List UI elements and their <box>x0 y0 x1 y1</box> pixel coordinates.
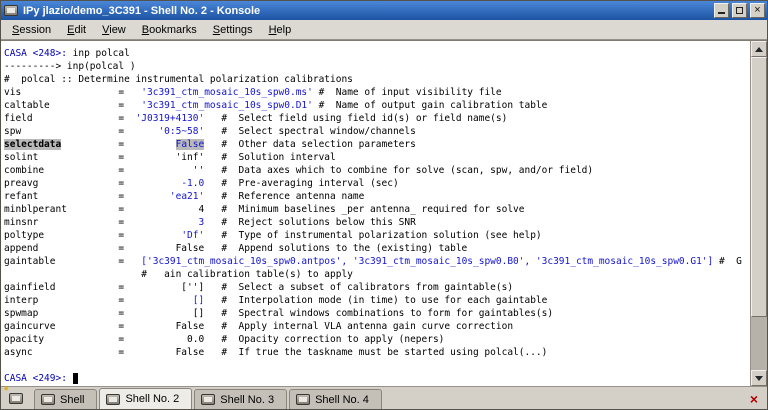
menu-settings[interactable]: Settings <box>206 22 260 38</box>
terminal-line: # ain calibration table(s) to apply <box>4 269 353 280</box>
tab-label: Shell No. 2 <box>125 393 180 405</box>
titlebar: IPy jlazio/demo_3C391 - Shell No. 2 - Ko… <box>1 1 767 20</box>
scrollbar-thumb[interactable] <box>751 57 767 317</box>
terminal-line: ---------> inp(polcal ) <box>4 61 136 72</box>
konsole-window: IPy jlazio/demo_3C391 - Shell No. 2 - Ko… <box>0 0 768 410</box>
terminal-line: interp = [] # Interpolation mode (in tim… <box>4 295 548 306</box>
terminal-line: CASA <249>: <box>4 372 750 385</box>
window-title: IPy jlazio/demo_3C391 - Shell No. 2 - Ko… <box>23 4 261 17</box>
tab-shell-no-4[interactable]: Shell No. 4 <box>289 389 382 409</box>
tab-label: Shell <box>60 393 85 406</box>
konsole-window-icon[interactable] <box>4 5 18 16</box>
tab-list: Shell Shell No. 2 Shell No. 3 Shell No. 4 <box>34 388 382 409</box>
maximize-button[interactable] <box>732 3 747 18</box>
terminal-line: caltable = '3c391_ctm_mosaic_10s_spw0.D1… <box>4 100 548 111</box>
terminal-line: # polcal :: Determine instrumental polar… <box>4 74 353 85</box>
menu-edit[interactable]: Edit <box>60 22 93 38</box>
tab-label: Shell No. 4 <box>315 393 369 406</box>
new-session-star-icon: * <box>4 385 9 397</box>
terminal-line: selectdata = False # Other data selectio… <box>4 139 416 150</box>
menubar: Session Edit View Bookmarks Settings Help <box>1 20 767 40</box>
minimize-icon <box>718 12 725 14</box>
terminal-icon <box>296 394 311 405</box>
close-session-button[interactable]: × <box>744 389 764 408</box>
terminal-line: spwmap = [] # Spectral windows combinati… <box>4 308 554 319</box>
terminal-line: vis = '3c391_ctm_mosaic_10s_spw0.ms' # N… <box>4 87 502 98</box>
terminal-line: CASA <248>: inp polcal <box>4 48 130 59</box>
tab-shell-no-2[interactable]: Shell No. 2 <box>99 388 193 409</box>
terminal-output[interactable]: CASA <248>: inp polcal ---------> inp(pol… <box>1 41 750 386</box>
maximize-icon <box>736 7 743 14</box>
terminal-line: async = False # If true the taskname mus… <box>4 347 548 358</box>
terminal-line: solint = 'inf' # Solution interval <box>4 152 336 163</box>
terminal-line: spw = '0:5~58' # Select spectral window/… <box>4 126 416 137</box>
terminal-line: field = 'J0319+4130' # Select field usin… <box>4 113 508 124</box>
menu-bookmarks[interactable]: Bookmarks <box>135 22 204 38</box>
terminal-line: poltype = 'Df' # Type of instrumental po… <box>4 230 542 241</box>
terminal-icon <box>201 394 216 405</box>
tab-shell[interactable]: Shell <box>34 389 98 409</box>
terminal-line: refant = 'ea21' # Reference antenna name <box>4 191 365 202</box>
close-session-icon: × <box>749 390 759 407</box>
menu-view[interactable]: View <box>95 22 133 38</box>
terminal-line: minblperant = 4 # Minimum baselines _per… <box>4 204 525 215</box>
scroll-up-button[interactable] <box>751 41 767 57</box>
terminal-line: opacity = 0.0 # Opacity correction to ap… <box>4 334 445 345</box>
terminal-line: gaincurve = False # Apply internal VLA a… <box>4 321 514 332</box>
terminal-line: gaintable = ['3c391_ctm_mosaic_10s_spw0.… <box>4 256 742 267</box>
terminal-icon <box>41 394 55 405</box>
terminal-area: CASA <248>: inp polcal ---------> inp(pol… <box>1 40 767 386</box>
scroll-down-button[interactable] <box>751 370 767 386</box>
terminal-line: gainfield = [''] # Select a subset of ca… <box>4 282 514 293</box>
new-session-button[interactable]: * <box>3 385 29 408</box>
terminal-icon <box>106 393 121 405</box>
tab-label: Shell No. 3 <box>220 393 275 406</box>
terminal-icon <box>9 393 23 404</box>
tab-shell-no-3[interactable]: Shell No. 3 <box>194 389 288 409</box>
terminal-line: preavg = -1.0 # Pre-averaging interval (… <box>4 178 399 189</box>
menu-session[interactable]: Session <box>5 22 58 38</box>
scrollbar-track[interactable] <box>751 57 767 370</box>
scrollbar <box>750 41 767 386</box>
tab-bar: * Shell Shell No. 2 Shell No. 3 Shell No. 4… <box>1 385 767 409</box>
close-icon: × <box>754 4 761 16</box>
close-button[interactable]: × <box>750 3 765 18</box>
minimize-button[interactable] <box>714 3 729 18</box>
terminal-line: combine = '' # Data axes which to combin… <box>4 165 594 176</box>
menu-help[interactable]: Help <box>262 22 299 38</box>
terminal-line: append = False # Append solutions to the… <box>4 243 468 254</box>
terminal-line: minsnr = 3 # Reject solutions below this… <box>4 217 416 228</box>
